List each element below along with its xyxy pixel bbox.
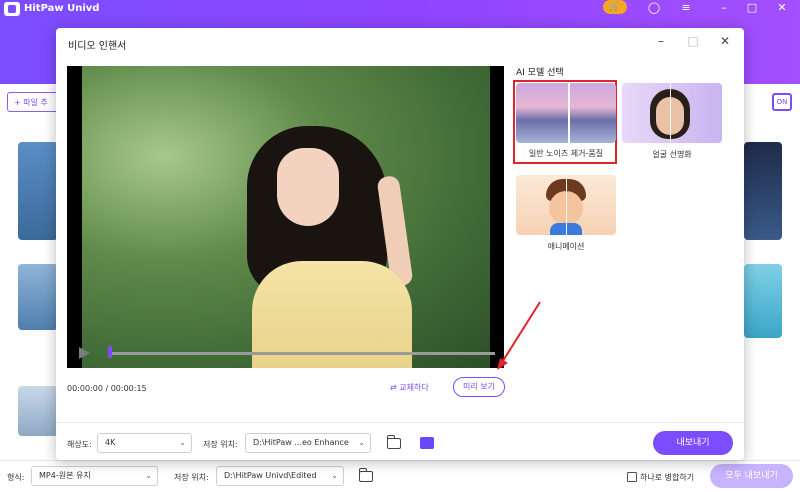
annotation-arrow [497, 301, 541, 370]
